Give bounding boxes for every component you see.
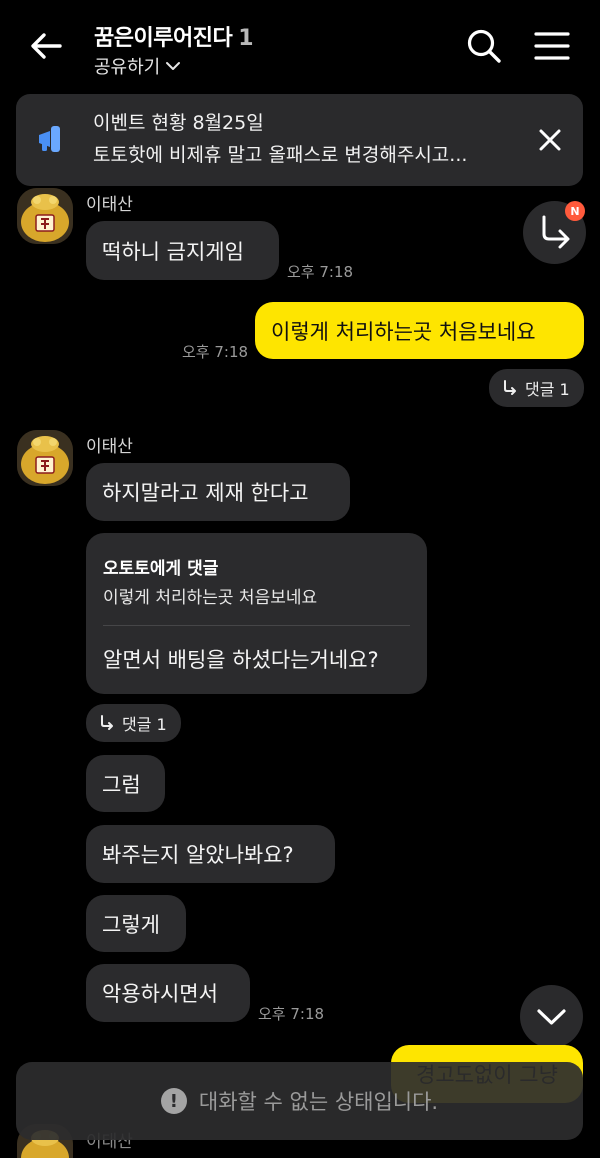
reply-text: 알면서 배팅을 하셨다는거네요?	[103, 648, 379, 672]
message-bubble[interactable]: 하지말라고 제재 한다고	[86, 463, 350, 521]
message-bubble[interactable]: 그렇게	[86, 895, 186, 952]
notice-title: 이벤트 현황 8월25일	[93, 112, 264, 134]
room-name: 꿈은이루어진다	[94, 26, 233, 51]
chat-header: 꿈은이루어진다 1 공유하기	[0, 0, 600, 92]
lucky-bag-avatar-icon	[17, 188, 73, 244]
avatar[interactable]	[17, 188, 73, 244]
lucky-bag-avatar-icon	[17, 430, 73, 486]
message-bubble[interactable]: 그럼	[86, 755, 165, 812]
reply-arrow-icon	[504, 380, 516, 395]
reply-message-bubble[interactable]: 오토토에게 댓글 이렇게 처리하는곳 처음보네요 알면서 배팅을 하셨다는거네요…	[86, 533, 427, 694]
chevron-down-icon	[166, 62, 181, 70]
share-dropdown[interactable]: 공유하기	[94, 53, 182, 79]
room-title: 꿈은이루어진다 1	[94, 20, 253, 52]
chat-disabled-bar: ! 대화할 수 없는 상태입니다.	[16, 1062, 583, 1140]
search-icon	[467, 29, 501, 63]
back-button[interactable]	[26, 26, 66, 66]
member-count: 1	[238, 26, 253, 51]
sender-name: 이태산	[86, 195, 133, 215]
reply-count-label: 댓글 1	[122, 715, 167, 734]
menu-button[interactable]	[532, 28, 572, 64]
reply-count-label: 댓글 1	[525, 380, 570, 399]
notice-close-button[interactable]	[532, 122, 568, 158]
my-message-bubble[interactable]: 이렇게 처리하는곳 처음보네요	[255, 302, 584, 359]
message-bubble[interactable]: 악용하시면서	[86, 964, 250, 1022]
message-bubble[interactable]: 떡하니 금지게임	[86, 221, 279, 280]
quote-divider	[103, 625, 410, 626]
reply-count-chip[interactable]: 댓글 1	[489, 369, 584, 407]
hamburger-menu-icon	[534, 32, 570, 60]
exclamation-icon: !	[160, 1088, 187, 1114]
scroll-to-bottom-button[interactable]	[520, 985, 583, 1048]
avatar[interactable]	[17, 430, 73, 486]
quote-header: 오토토에게 댓글	[103, 559, 219, 579]
chat-disabled-message: 대화할 수 없는 상태입니다.	[198, 1090, 439, 1114]
arrow-left-icon	[31, 33, 62, 59]
reply-count-chip[interactable]: 댓글 1	[86, 704, 181, 742]
quoted-text: 이렇게 처리하는곳 처음보네요	[103, 588, 318, 608]
sender-name: 이태산	[86, 437, 133, 457]
search-button[interactable]	[464, 26, 504, 66]
notice-banner[interactable]: 이벤트 현황 8월25일 토토핫에 비제휴 말고 올패스로 변경해주시고...	[16, 94, 583, 186]
notice-body: 토토핫에 비제휴 말고 올패스로 변경해주시고...	[93, 144, 468, 166]
new-badge: N	[565, 201, 585, 221]
share-label: 공유하기	[94, 57, 161, 78]
message-bubble[interactable]: 봐주는지 알았나봐요?	[86, 825, 335, 883]
megaphone-icon	[36, 123, 68, 155]
message-time: 오후 7:18	[287, 263, 354, 281]
reply-arrow-icon	[101, 715, 113, 730]
close-icon	[539, 129, 561, 151]
message-time: 오후 7:18	[258, 1005, 325, 1023]
chevron-down-icon	[537, 1009, 566, 1025]
message-time: 오후 7:18	[182, 343, 249, 361]
